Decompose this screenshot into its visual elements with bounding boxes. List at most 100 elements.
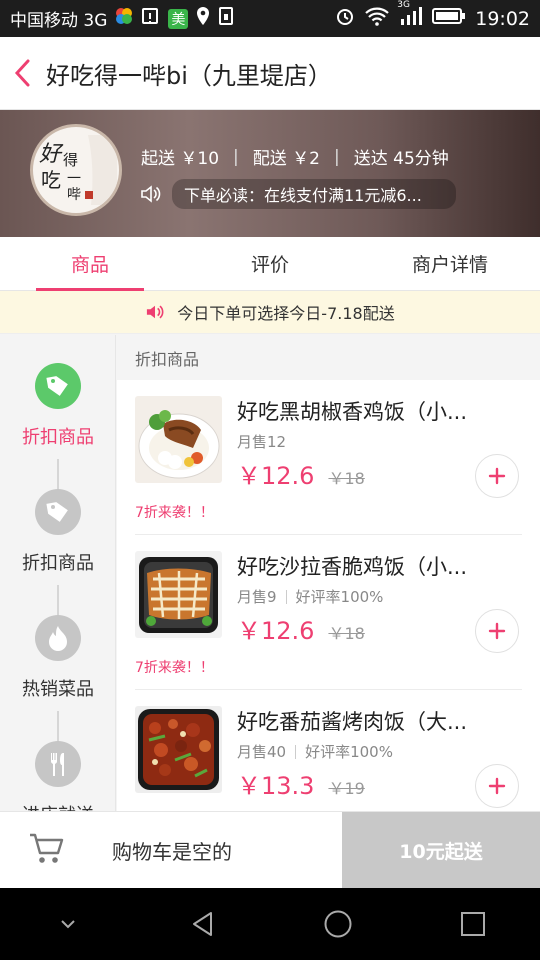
- monthly-sales: 月售12: [237, 433, 287, 451]
- product-price: ￥12.6 ￥18: [237, 611, 365, 646]
- discount-tag: 7折来袭！！: [135, 660, 214, 676]
- battery-icon: [432, 7, 466, 30]
- flame-icon: [35, 615, 81, 661]
- current-price: ￥13.3: [237, 772, 315, 800]
- clock-time: 19:02: [475, 7, 530, 30]
- page-title: 好吃得一哔bi（九里堤店）: [46, 61, 332, 90]
- separator: |: [334, 146, 340, 167]
- sidebar-item-label: 热销菜品: [22, 679, 94, 700]
- checkout-button[interactable]: 10元起送: [342, 812, 540, 888]
- product-name: 好吃黑胡椒香鸡饭（小...: [237, 400, 468, 424]
- speaker-icon: [147, 305, 164, 319]
- tab-products[interactable]: 商品: [0, 237, 180, 291]
- sim-icon: [218, 6, 234, 31]
- carrier-label: 中国移动 3G: [10, 11, 108, 31]
- list-item[interactable]: 好吃番茄酱烤肉饭（大... 月售40 好评率100% ￥13.3 ￥19: [117, 690, 540, 811]
- product-price: ￥13.3 ￥19: [237, 766, 365, 801]
- food-image: [135, 551, 222, 638]
- list-item[interactable]: 好吃黑胡椒香鸡饭（小... 月售12 ￥12.6 ￥18 7折来袭！！: [117, 380, 540, 535]
- current-price: ￥12.6: [237, 617, 315, 645]
- sidebar-item-discount[interactable]: 折扣商品: [0, 461, 115, 587]
- monthly-sales: 月售9: [237, 588, 277, 606]
- signal-icon: 3G: [397, 0, 423, 31]
- alarm-icon: [335, 6, 355, 31]
- shop-banner: 好 得 吃 一 哔 起送 ￥10 | 配送 ￥2 | 送达 45分钟 下单必读：…: [0, 110, 540, 237]
- sidebar-item-instore-gift[interactable]: 进店就送: [0, 713, 115, 811]
- shop-notice[interactable]: 下单必读：在线支付满11元减6...: [140, 179, 456, 209]
- product-list: 折扣商品 好吃黑胡椒香鸡饭（小... 月售12 ￥12.6 ￥18 7折来袭！！…: [117, 335, 540, 811]
- back-button[interactable]: [0, 37, 46, 110]
- network-type-label: 3G: [397, 0, 410, 10]
- notice-text: 下单必读：在线支付满11元减6...: [172, 179, 456, 209]
- plus-icon: [488, 622, 506, 640]
- tag-icon: [35, 363, 81, 409]
- svg-text:哔: 哔: [67, 187, 81, 203]
- speaker-icon: [141, 185, 161, 203]
- add-to-cart-button[interactable]: [475, 764, 519, 808]
- circle-home-icon: [324, 910, 351, 938]
- app-header: 好吃得一哔bi（九里堤店）: [0, 37, 540, 110]
- positive-rating: 好评率100%: [295, 588, 384, 606]
- wifi-icon: [364, 6, 390, 31]
- status-bar: 中国移动 3G 美 3G 19:02: [0, 0, 540, 37]
- separator: |: [233, 146, 239, 167]
- product-name: 好吃沙拉香脆鸡饭（小...: [237, 555, 468, 579]
- chevron-down-icon: [60, 920, 75, 929]
- sidebar-item-label: 折扣商品: [22, 427, 94, 448]
- original-price: ￥19: [328, 779, 365, 798]
- tag-icon: [35, 489, 81, 535]
- svg-text:吃: 吃: [41, 168, 61, 192]
- list-item[interactable]: 好吃沙拉香脆鸡饭（小... 月售9 好评率100% ￥12.6 ￥18 7折来袭…: [117, 535, 540, 690]
- cart-bar: 购物车是空的 10元起送: [0, 811, 540, 888]
- cart-summary[interactable]: 购物车是空的: [0, 812, 342, 888]
- section-header: 折扣商品: [117, 335, 540, 380]
- original-price: ￥18: [328, 624, 365, 643]
- shop-logo: 好 得 吃 一 哔: [30, 124, 122, 216]
- tab-reviews[interactable]: 评价: [180, 237, 360, 290]
- positive-rating: 好评率100%: [305, 743, 393, 761]
- tab-merchant-details[interactable]: 商户详情: [360, 237, 540, 290]
- location-icon: [195, 6, 211, 31]
- divider: [285, 589, 287, 604]
- monthly-sales: 月售40: [237, 743, 287, 761]
- add-to-cart-button[interactable]: [475, 609, 519, 653]
- plus-icon: [488, 467, 506, 485]
- fork-knife-icon: [35, 741, 81, 787]
- warning-icon: [141, 6, 161, 31]
- home-nav-button[interactable]: [298, 894, 378, 954]
- promo-text: 今日下单可选择今日-7.18配送: [177, 304, 395, 323]
- meituan-badge-icon: 美: [168, 8, 189, 29]
- product-price: ￥12.6 ￥18: [237, 456, 365, 491]
- product-name: 好吃番茄酱烤肉饭（大...: [237, 710, 468, 734]
- sidebar-item-label: 进店就送: [22, 801, 94, 811]
- sidebar-item-hot-dishes[interactable]: 热销菜品: [0, 587, 115, 713]
- cart-status: 购物车是空的: [112, 839, 232, 864]
- triangle-back-icon: [192, 912, 212, 936]
- sidebar-item-discount-active[interactable]: 折扣商品: [0, 335, 115, 461]
- svg-text:好: 好: [39, 142, 64, 167]
- product-sales: 月售9 好评率100%: [237, 586, 383, 607]
- back-nav-button[interactable]: [163, 894, 243, 954]
- product-sales: 月售12: [237, 431, 286, 452]
- chevron-left-icon: [14, 59, 30, 87]
- divider: [295, 744, 297, 759]
- food-image: [135, 396, 222, 483]
- recents-nav-button[interactable]: [433, 894, 513, 954]
- category-sidebar: 折扣商品 折扣商品 热销菜品 进店就送: [0, 335, 116, 811]
- square-recents-icon: [460, 912, 485, 936]
- add-to-cart-button[interactable]: [475, 454, 519, 498]
- product-sales: 月售40 好评率100%: [237, 741, 393, 762]
- delivery-fee-label: 配送 ￥2: [252, 149, 321, 169]
- min-order-label: 起送 ￥10: [141, 149, 220, 169]
- app-colorful-icon: [114, 6, 134, 31]
- promo-banner: 今日下单可选择今日-7.18配送: [0, 291, 540, 334]
- discount-tag: 7折来袭！！: [135, 505, 214, 521]
- tab-bar: 商品 评价 商户详情: [0, 237, 540, 291]
- hide-nav-button[interactable]: [28, 894, 108, 954]
- food-image: [135, 706, 222, 793]
- original-price: ￥18: [328, 469, 365, 488]
- shop-stats: 起送 ￥10 | 配送 ￥2 | 送达 45分钟: [141, 144, 449, 170]
- delivery-time-label: 送达 45分钟: [353, 149, 449, 169]
- current-price: ￥12.6: [237, 462, 315, 490]
- plus-icon: [488, 777, 506, 795]
